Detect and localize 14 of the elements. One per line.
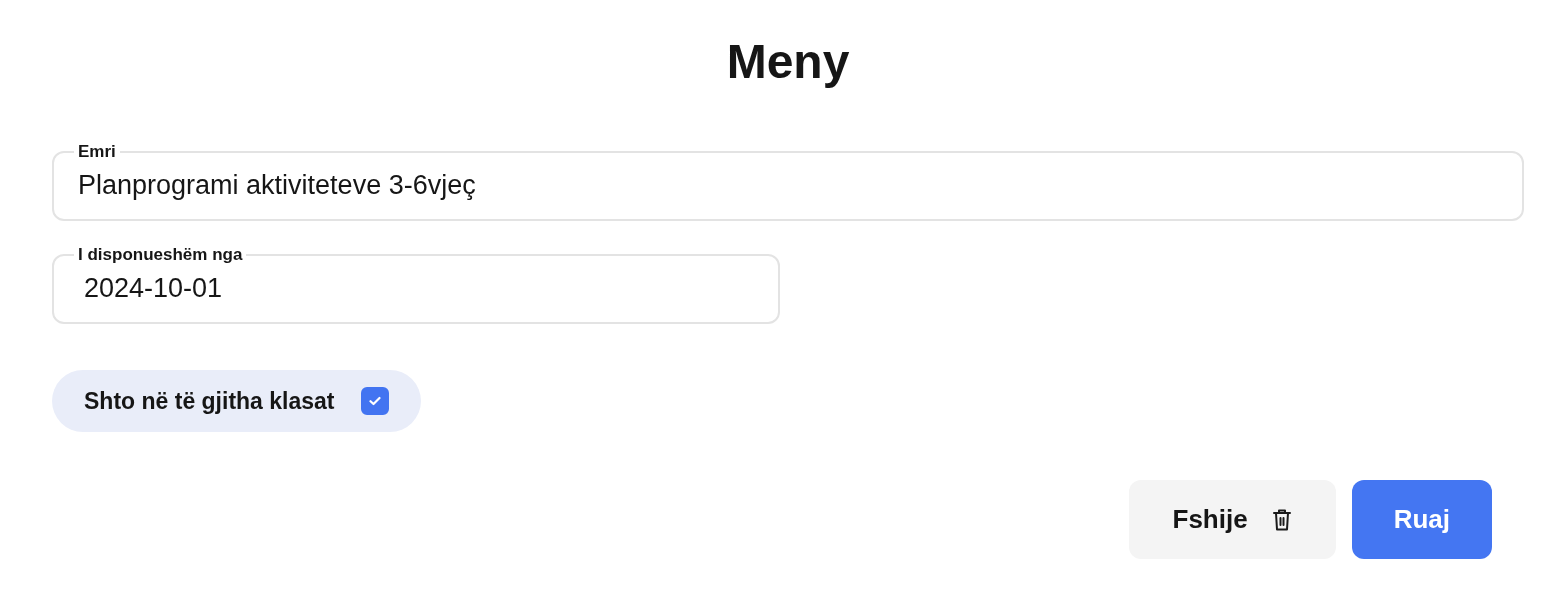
field-label: I disponueshëm nga xyxy=(77,245,244,265)
field-label: Emri xyxy=(77,142,117,162)
field-value: 2024-10-01 xyxy=(84,273,223,304)
save-button[interactable]: Ruaj xyxy=(1351,480,1492,559)
text-field[interactable]: Emri Planprogrami aktiviteteve 3-6vjeç xyxy=(52,142,1524,221)
checkbox[interactable] xyxy=(360,387,389,415)
trash-icon xyxy=(1271,507,1292,532)
check-icon xyxy=(368,396,381,406)
page-title: Meny xyxy=(725,34,851,90)
delete-button[interactable]: Fshije xyxy=(1128,480,1336,559)
checkbox-chip[interactable]: Shto në të gjitha klasat xyxy=(52,370,421,432)
date-field[interactable]: I disponueshëm nga 2024-10-01 xyxy=(52,245,780,324)
field-value: Planprogrami aktiviteteve 3-6vjeç xyxy=(78,170,476,201)
checkbox-label: Shto në të gjitha klasat xyxy=(84,387,335,415)
